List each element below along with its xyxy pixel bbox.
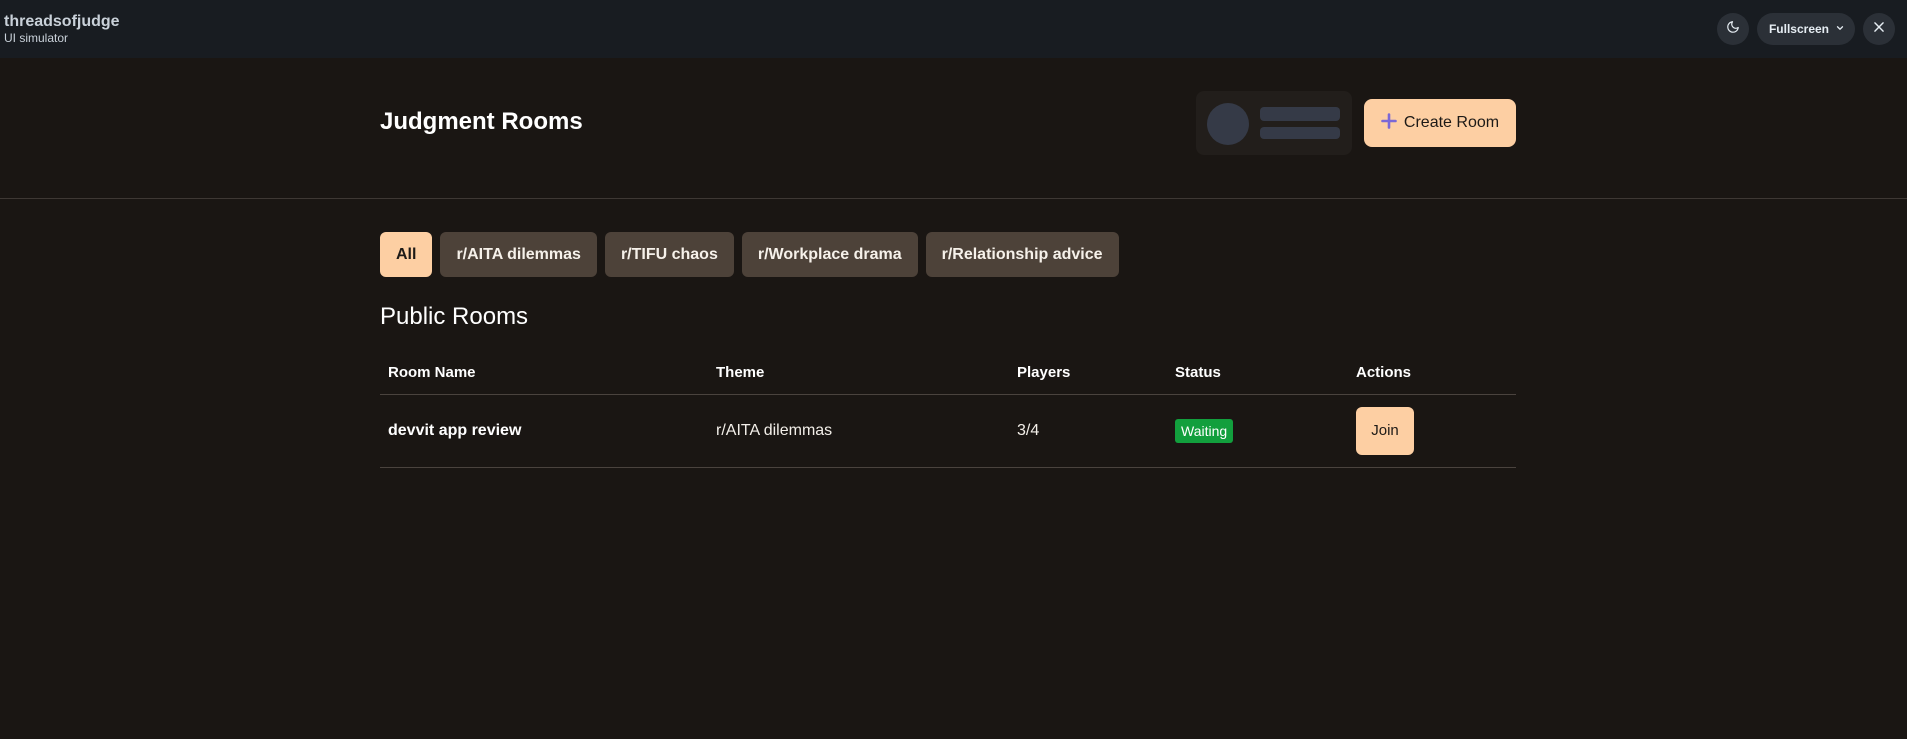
avatar bbox=[1207, 103, 1249, 145]
user-meta-placeholder bbox=[1260, 127, 1340, 139]
chevron-down-icon bbox=[1835, 22, 1845, 36]
room-players: 3/4 bbox=[1009, 394, 1167, 468]
public-rooms-title: Public Rooms bbox=[380, 303, 529, 330]
moon-icon bbox=[1726, 20, 1740, 39]
filter-chip-tifu[interactable]: r/TIFU chaos bbox=[604, 232, 734, 277]
username-placeholder bbox=[1260, 107, 1340, 121]
room-actions-cell: Join bbox=[1348, 394, 1516, 468]
filter-chip-workplace[interactable]: r/Workplace drama bbox=[741, 232, 918, 277]
table-header-row: Room Name Theme Players Status Actions bbox=[380, 352, 1516, 395]
theme-toggle-button[interactable] bbox=[1716, 13, 1749, 45]
create-room-label: Create Room bbox=[1403, 114, 1500, 131]
app-name: threadsofjudge bbox=[4, 13, 120, 31]
column-header-theme: Theme bbox=[708, 352, 1009, 395]
room-name: devvit app review bbox=[388, 421, 522, 439]
plus-icon bbox=[1381, 112, 1397, 134]
simulator-controls: Fullscreen bbox=[1716, 13, 1895, 45]
filter-chip-aita[interactable]: r/AITA dilemmas bbox=[440, 232, 597, 277]
fullscreen-button[interactable]: Fullscreen bbox=[1756, 13, 1855, 45]
column-header-players: Players bbox=[1009, 352, 1167, 395]
app-subtitle: UI simulator bbox=[4, 30, 69, 45]
public-rooms-table: Room Name Theme Players Status Actions d… bbox=[380, 352, 1516, 468]
column-header-room-name: Room Name bbox=[380, 352, 708, 395]
room-name-cell: devvit app review bbox=[380, 394, 708, 468]
user-profile-skeleton bbox=[1196, 91, 1352, 155]
room-status-cell: Waiting bbox=[1167, 394, 1348, 468]
filter-chip-relationship[interactable]: r/Relationship advice bbox=[925, 232, 1119, 277]
page-header: Judgment Rooms Create Room bbox=[0, 58, 1907, 199]
page-title: Judgment Rooms bbox=[380, 108, 583, 135]
column-header-actions: Actions bbox=[1348, 352, 1516, 395]
status-badge: Waiting bbox=[1175, 418, 1234, 443]
close-button[interactable] bbox=[1863, 13, 1895, 45]
app-brand: threadsofjudge UI simulator bbox=[4, 13, 120, 45]
close-icon bbox=[1872, 20, 1886, 39]
theme-filters: All r/AITA dilemmas r/TIFU chaos r/Workp… bbox=[380, 232, 1119, 277]
join-room-button[interactable]: Join bbox=[1356, 406, 1414, 455]
filter-chip-all[interactable]: All bbox=[380, 232, 433, 277]
fullscreen-label: Fullscreen bbox=[1768, 22, 1829, 36]
create-room-button[interactable]: Create Room bbox=[1364, 99, 1516, 147]
simulator-bar: threadsofjudge UI simulator Fullscreen bbox=[0, 0, 1907, 58]
room-theme: r/AITA dilemmas bbox=[708, 394, 1009, 468]
table-row: devvit app review r/AITA dilemmas 3/4 Wa… bbox=[380, 394, 1516, 468]
column-header-status: Status bbox=[1167, 352, 1348, 395]
